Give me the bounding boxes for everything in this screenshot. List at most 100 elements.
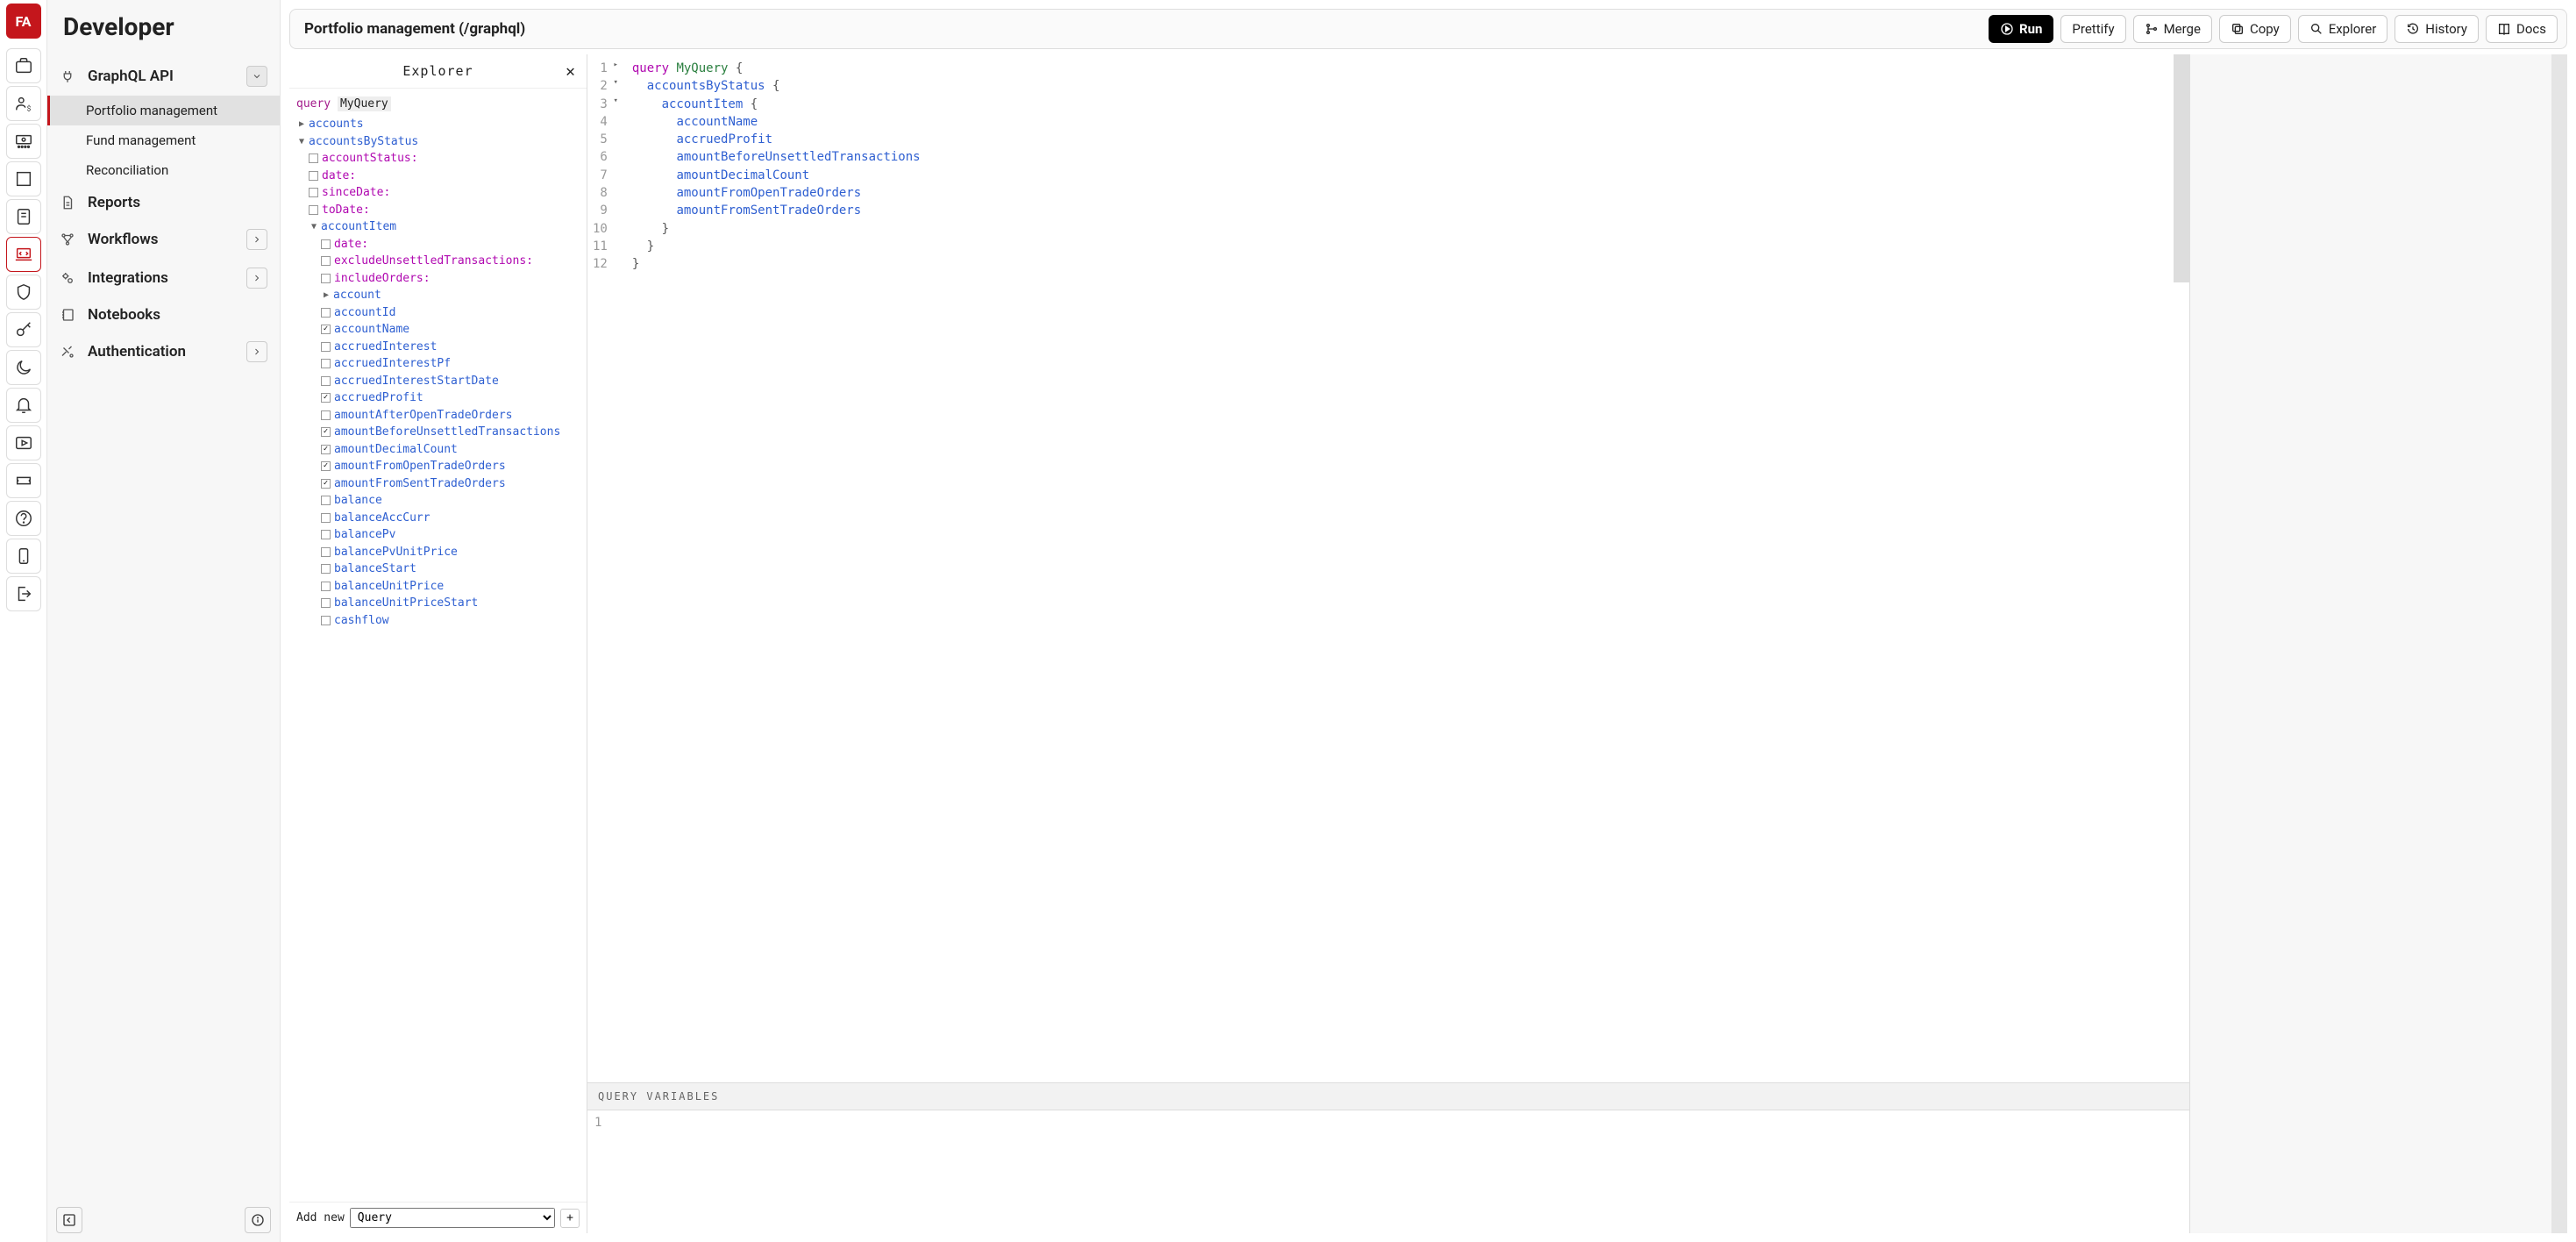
tree-label[interactable]: accounts — [309, 116, 364, 133]
bell-icon[interactable] — [6, 388, 41, 423]
checkbox[interactable] — [321, 479, 331, 489]
query-editor[interactable]: 1▸2▾3▾456789101112 query MyQuery { accou… — [587, 54, 2189, 1082]
key-icon[interactable] — [6, 312, 41, 347]
checkbox[interactable] — [309, 153, 318, 163]
building-icon[interactable] — [6, 161, 41, 196]
user-money-icon[interactable]: $ — [6, 86, 41, 121]
code-line[interactable]: amountFromSentTradeOrders — [632, 202, 921, 219]
tree-node-excludeunsettledtransactions[interactable]: excludeUnsettledTransactions: — [296, 253, 580, 270]
tree-label[interactable]: amountFromOpenTradeOrders — [334, 458, 506, 475]
tree-node-balanceunitprice[interactable]: balanceUnitPrice — [296, 578, 580, 596]
tree-node-accountsbystatus[interactable]: ▼accountsByStatus — [296, 133, 580, 151]
code-line[interactable]: amountBeforeUnsettledTransactions — [632, 148, 921, 166]
tree-node-amountdecimalcount[interactable]: amountDecimalCount — [296, 441, 580, 459]
checkbox[interactable] — [321, 376, 331, 386]
checkbox[interactable] — [321, 598, 331, 608]
tree-node-balancestart[interactable]: balanceStart — [296, 560, 580, 578]
tree-node-amountfromopentradeorders[interactable]: amountFromOpenTradeOrders — [296, 458, 580, 475]
explorer-button[interactable]: Explorer — [2298, 15, 2388, 43]
prettify-button[interactable]: Prettify — [2060, 15, 2125, 43]
twist-icon[interactable]: ▶ — [321, 289, 331, 302]
code-line[interactable]: amountFromOpenTradeOrders — [632, 184, 921, 202]
tree-node-balanceunitpricestart[interactable]: balanceUnitPriceStart — [296, 595, 580, 612]
tree-node-includeorders[interactable]: includeOrders: — [296, 270, 580, 288]
checkbox[interactable] — [309, 171, 318, 181]
tree-node-date[interactable]: date: — [296, 236, 580, 253]
report-icon[interactable] — [6, 199, 41, 234]
tree-node-balanceacccurr[interactable]: balanceAccCurr — [296, 510, 580, 527]
checkbox[interactable] — [321, 427, 331, 437]
tree-label[interactable]: sinceDate: — [322, 184, 390, 202]
checkbox[interactable] — [321, 547, 331, 557]
tree-label[interactable]: amountDecimalCount — [334, 441, 458, 459]
chevron-right-icon[interactable] — [246, 268, 267, 289]
tree-node-amountfromsenttradeorders[interactable]: amountFromSentTradeOrders — [296, 475, 580, 493]
code-line[interactable]: } — [632, 238, 921, 255]
checkbox[interactable] — [321, 513, 331, 523]
tree-label[interactable]: excludeUnsettledTransactions: — [334, 253, 533, 270]
tree-node-date[interactable]: date: — [296, 168, 580, 185]
tree-node-account[interactable]: ▶account — [296, 287, 580, 304]
tree-node-balancepv[interactable]: balancePv — [296, 526, 580, 544]
tree-label[interactable]: account — [333, 287, 381, 304]
nav-group-notebooks[interactable]: Notebooks — [47, 297, 280, 332]
chevron-right-icon[interactable] — [246, 229, 267, 250]
tree-label[interactable]: cashflow — [334, 612, 389, 630]
chevron-down-icon[interactable] — [246, 66, 267, 87]
tree-node-todate[interactable]: toDate: — [296, 202, 580, 219]
chevron-right-icon[interactable] — [246, 341, 267, 362]
tree-label[interactable]: balanceUnitPrice — [334, 578, 444, 596]
code-line[interactable]: amountDecimalCount — [632, 167, 921, 184]
twist-icon[interactable]: ▼ — [296, 135, 307, 148]
nav-group-workflows[interactable]: Workflows — [47, 220, 280, 259]
logout-icon[interactable] — [6, 576, 41, 611]
tree-node-balance[interactable]: balance — [296, 492, 580, 510]
code-laptop-icon[interactable] — [6, 237, 41, 272]
fold-icon[interactable] — [611, 113, 618, 131]
tree-label[interactable]: toDate: — [322, 202, 370, 219]
tree-node-amountafteropentradeorders[interactable]: amountAfterOpenTradeOrders — [296, 407, 580, 425]
checkbox[interactable] — [321, 342, 331, 352]
nav-group-authentication[interactable]: Authentication — [47, 332, 280, 371]
result-scrollbar[interactable] — [2551, 54, 2567, 1233]
tree-label[interactable]: accruedProfit — [334, 389, 423, 407]
checkbox[interactable] — [321, 308, 331, 318]
play-icon[interactable] — [6, 425, 41, 460]
code-line[interactable]: } — [632, 220, 921, 238]
checkbox[interactable] — [321, 496, 331, 505]
add-new-button[interactable]: + — [560, 1209, 580, 1228]
fold-icon[interactable] — [611, 131, 618, 148]
tree-label[interactable]: accruedInterest — [334, 339, 437, 356]
twist-icon[interactable]: ▼ — [309, 220, 319, 233]
tree-label[interactable]: accountId — [334, 304, 395, 322]
tree-node-amountbeforeunsettledtransactions[interactable]: amountBeforeUnsettledTransactions — [296, 424, 580, 441]
fold-icon[interactable] — [611, 167, 618, 184]
tree-label[interactable]: date: — [334, 236, 368, 253]
checkbox[interactable] — [321, 325, 331, 334]
tree-node-accountitem[interactable]: ▼accountItem — [296, 218, 580, 236]
tree-label[interactable]: balanceStart — [334, 560, 416, 578]
docs-button[interactable]: Docs — [2486, 15, 2558, 43]
tree-node-sincedate[interactable]: sinceDate: — [296, 184, 580, 202]
tree-label[interactable]: balance — [334, 492, 382, 510]
nav-group-graphql-api[interactable]: GraphQL API — [47, 57, 280, 96]
checkbox[interactable] — [309, 205, 318, 215]
fold-icon[interactable]: ▾ — [611, 77, 618, 95]
banknote-grid-icon[interactable] — [6, 124, 41, 159]
tree-node-accounts[interactable]: ▶accounts — [296, 116, 580, 133]
tree-node-accruedinterestpf[interactable]: accruedInterestPf — [296, 355, 580, 373]
tree-node-cashflow[interactable]: cashflow — [296, 612, 580, 630]
tree-label[interactable]: accountItem — [321, 218, 396, 236]
root-queryname[interactable]: MyQuery — [338, 96, 391, 111]
code-line[interactable]: accountsByStatus { — [632, 77, 921, 95]
merge-button[interactable]: Merge — [2133, 15, 2212, 43]
tree-node-accountstatus[interactable]: accountStatus: — [296, 150, 580, 168]
device-icon[interactable] — [6, 539, 41, 574]
code-line[interactable]: } — [632, 255, 921, 273]
help-icon[interactable] — [6, 501, 41, 536]
code-line[interactable]: accountName — [632, 113, 921, 131]
briefcase-icon[interactable] — [6, 48, 41, 83]
shield-icon[interactable] — [6, 275, 41, 310]
checkbox[interactable] — [321, 393, 331, 403]
tree-label[interactable]: accruedInterestStartDate — [334, 373, 499, 390]
